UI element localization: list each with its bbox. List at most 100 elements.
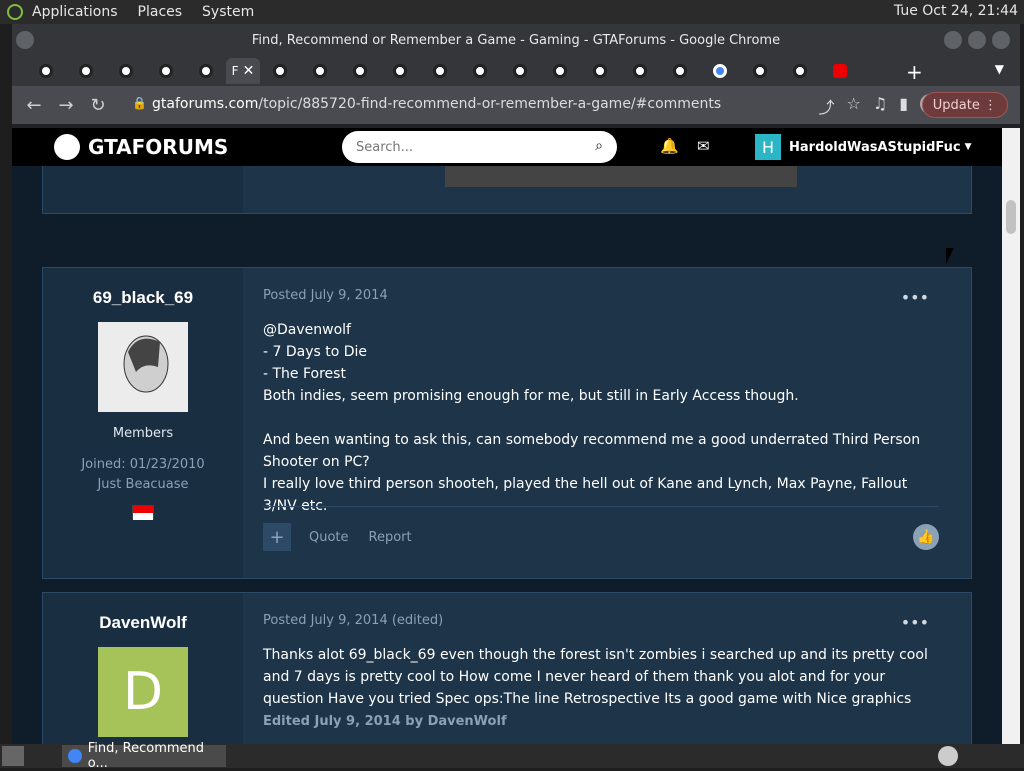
reaction-like-icon[interactable]: 👍: [913, 524, 939, 550]
body-line: - 7 Days to Die: [263, 344, 368, 360]
body-line: - The Forest: [263, 366, 346, 382]
new-tab-icon[interactable]: +: [906, 60, 923, 84]
author-avatar[interactable]: D: [98, 647, 188, 737]
side-panel-icon[interactable]: ▮: [899, 94, 908, 118]
gtaforums-favicon-icon: [393, 64, 407, 78]
chevron-down-icon: ▼: [964, 142, 972, 152]
tab[interactable]: [620, 58, 660, 84]
report-link[interactable]: Report: [369, 530, 412, 545]
tab[interactable]: [660, 58, 700, 84]
applications-menu[interactable]: Applications: [32, 4, 118, 20]
post-options-icon[interactable]: •••: [901, 613, 929, 632]
clock[interactable]: Tue Oct 24, 21:44: [894, 3, 1018, 19]
address-bar[interactable]: gtaforums.com/topic/885720-find-recommen…: [152, 96, 721, 112]
post-69-black-69: 69_black_69 Members Joined: 01/23/2010 J…: [42, 267, 972, 579]
tab[interactable]: [580, 58, 620, 84]
tab[interactable]: [500, 58, 540, 84]
share-icon[interactable]: ⤴: [818, 94, 834, 118]
gtaforums-favicon-icon: [353, 64, 367, 78]
close-tab-icon[interactable]: ✕: [243, 63, 255, 79]
tab[interactable]: [740, 58, 780, 84]
author-location: Just Beacuase: [97, 477, 189, 492]
tab[interactable]: [106, 58, 146, 84]
show-desktop-button[interactable]: [2, 746, 24, 766]
notifications-bell-icon[interactable]: 🔔: [660, 137, 679, 155]
os-top-bar: Applications Places System Tue Oct 24, 2…: [0, 0, 1024, 24]
tab[interactable]: [820, 58, 860, 84]
update-button[interactable]: Update ⋮: [921, 92, 1008, 118]
url-host: gtaforums.com: [152, 96, 259, 112]
close-window-button[interactable]: [992, 31, 1010, 49]
back-icon[interactable]: ←: [18, 95, 50, 116]
places-menu[interactable]: Places: [138, 4, 183, 20]
author-role: Members: [112, 426, 174, 441]
taskbar: Find, Recommend o...: [0, 741, 1024, 771]
author-name[interactable]: DavenWolf: [43, 613, 243, 633]
tab[interactable]: [700, 58, 740, 84]
reload-icon[interactable]: ↻: [82, 95, 114, 116]
site-info-icon[interactable]: 🔒: [132, 96, 147, 110]
post-body: Thanks alot 69_black_69 even though the …: [263, 647, 928, 707]
tab[interactable]: [300, 58, 340, 84]
media-control-icon[interactable]: ♫: [873, 94, 887, 118]
taskbar-item-label: Find, Recommend o...: [87, 741, 205, 771]
minimize-button[interactable]: [944, 31, 962, 49]
tab[interactable]: [420, 58, 460, 84]
gtaforums-favicon-icon: [633, 64, 647, 78]
messages-envelope-icon[interactable]: ✉: [697, 137, 710, 155]
search-icon[interactable]: ⌕: [595, 138, 603, 154]
user-avatar: H: [755, 134, 781, 160]
post-content: Posted July 9, 2014 (edited) ••• Thanks …: [263, 593, 939, 729]
body-line: [263, 407, 939, 429]
tab[interactable]: [66, 58, 106, 84]
tab[interactable]: [340, 58, 380, 84]
forward-icon[interactable]: →: [50, 95, 82, 116]
page-scrollbar[interactable]: [1002, 128, 1020, 744]
tab[interactable]: [260, 58, 300, 84]
user-menu[interactable]: H HardoldWasAStupidFuc ▼: [755, 134, 972, 160]
gtaforums-favicon-icon: [159, 64, 173, 78]
taskbar-window-item[interactable]: Find, Recommend o...: [62, 741, 226, 771]
maximize-button[interactable]: [968, 31, 986, 49]
tab-active[interactable]: F ✕: [226, 58, 260, 84]
google-favicon-icon: [713, 64, 727, 78]
post-actions: + Quote Report 👍: [263, 506, 939, 551]
joined-date: Joined: 01/23/2010: [81, 457, 205, 472]
window-title: Find, Recommend or Remember a Game - Gam…: [251, 32, 781, 48]
multiquote-plus-button[interactable]: +: [263, 523, 291, 551]
author-name[interactable]: 69_black_69: [43, 288, 243, 308]
youtube-favicon-icon: [833, 64, 847, 78]
tab[interactable]: [780, 58, 820, 84]
system-menu[interactable]: System: [202, 4, 254, 20]
post-date[interactable]: Posted July 9, 2014: [263, 288, 939, 303]
search-input[interactable]: [356, 139, 576, 155]
bookmark-star-icon[interactable]: ☆: [847, 94, 861, 118]
tab[interactable]: [460, 58, 500, 84]
post-body: @Davenwolf - 7 Days to Die - The Forest …: [263, 319, 939, 517]
tray-chrome-icon[interactable]: [938, 746, 958, 766]
gtaforums-logo-icon: [54, 134, 80, 160]
gtaforums-favicon-icon: [673, 64, 687, 78]
mouse-cursor-icon: [946, 248, 954, 264]
tab[interactable]: [540, 58, 580, 84]
update-label: Update: [932, 98, 980, 113]
quote-link[interactable]: Quote: [309, 530, 349, 545]
os-logo-icon[interactable]: [4, 1, 26, 23]
tab[interactable]: [146, 58, 186, 84]
post-date[interactable]: Posted July 9, 2014 (edited): [263, 613, 939, 628]
gtaforums-favicon-icon: [593, 64, 607, 78]
post-content: Posted July 9, 2014 ••• @Davenwolf - 7 D…: [263, 268, 939, 551]
tab[interactable]: [26, 58, 66, 84]
window-menu-button[interactable]: [16, 31, 34, 49]
site-logo[interactable]: GTAFORUMS: [54, 134, 228, 160]
tab[interactable]: [186, 58, 226, 84]
url-path: /topic/885720-find-recommend-or-remember…: [258, 96, 722, 112]
tab-search-chevron-icon[interactable]: ▼: [995, 62, 1004, 76]
gtaforums-favicon-icon: [753, 64, 767, 78]
scrollbar-thumb[interactable]: [1006, 200, 1016, 234]
tab[interactable]: [380, 58, 420, 84]
gtaforums-favicon-icon: [473, 64, 487, 78]
site-search: ⌕: [342, 131, 617, 163]
post-options-icon[interactable]: •••: [901, 288, 929, 307]
author-avatar[interactable]: [98, 322, 188, 412]
